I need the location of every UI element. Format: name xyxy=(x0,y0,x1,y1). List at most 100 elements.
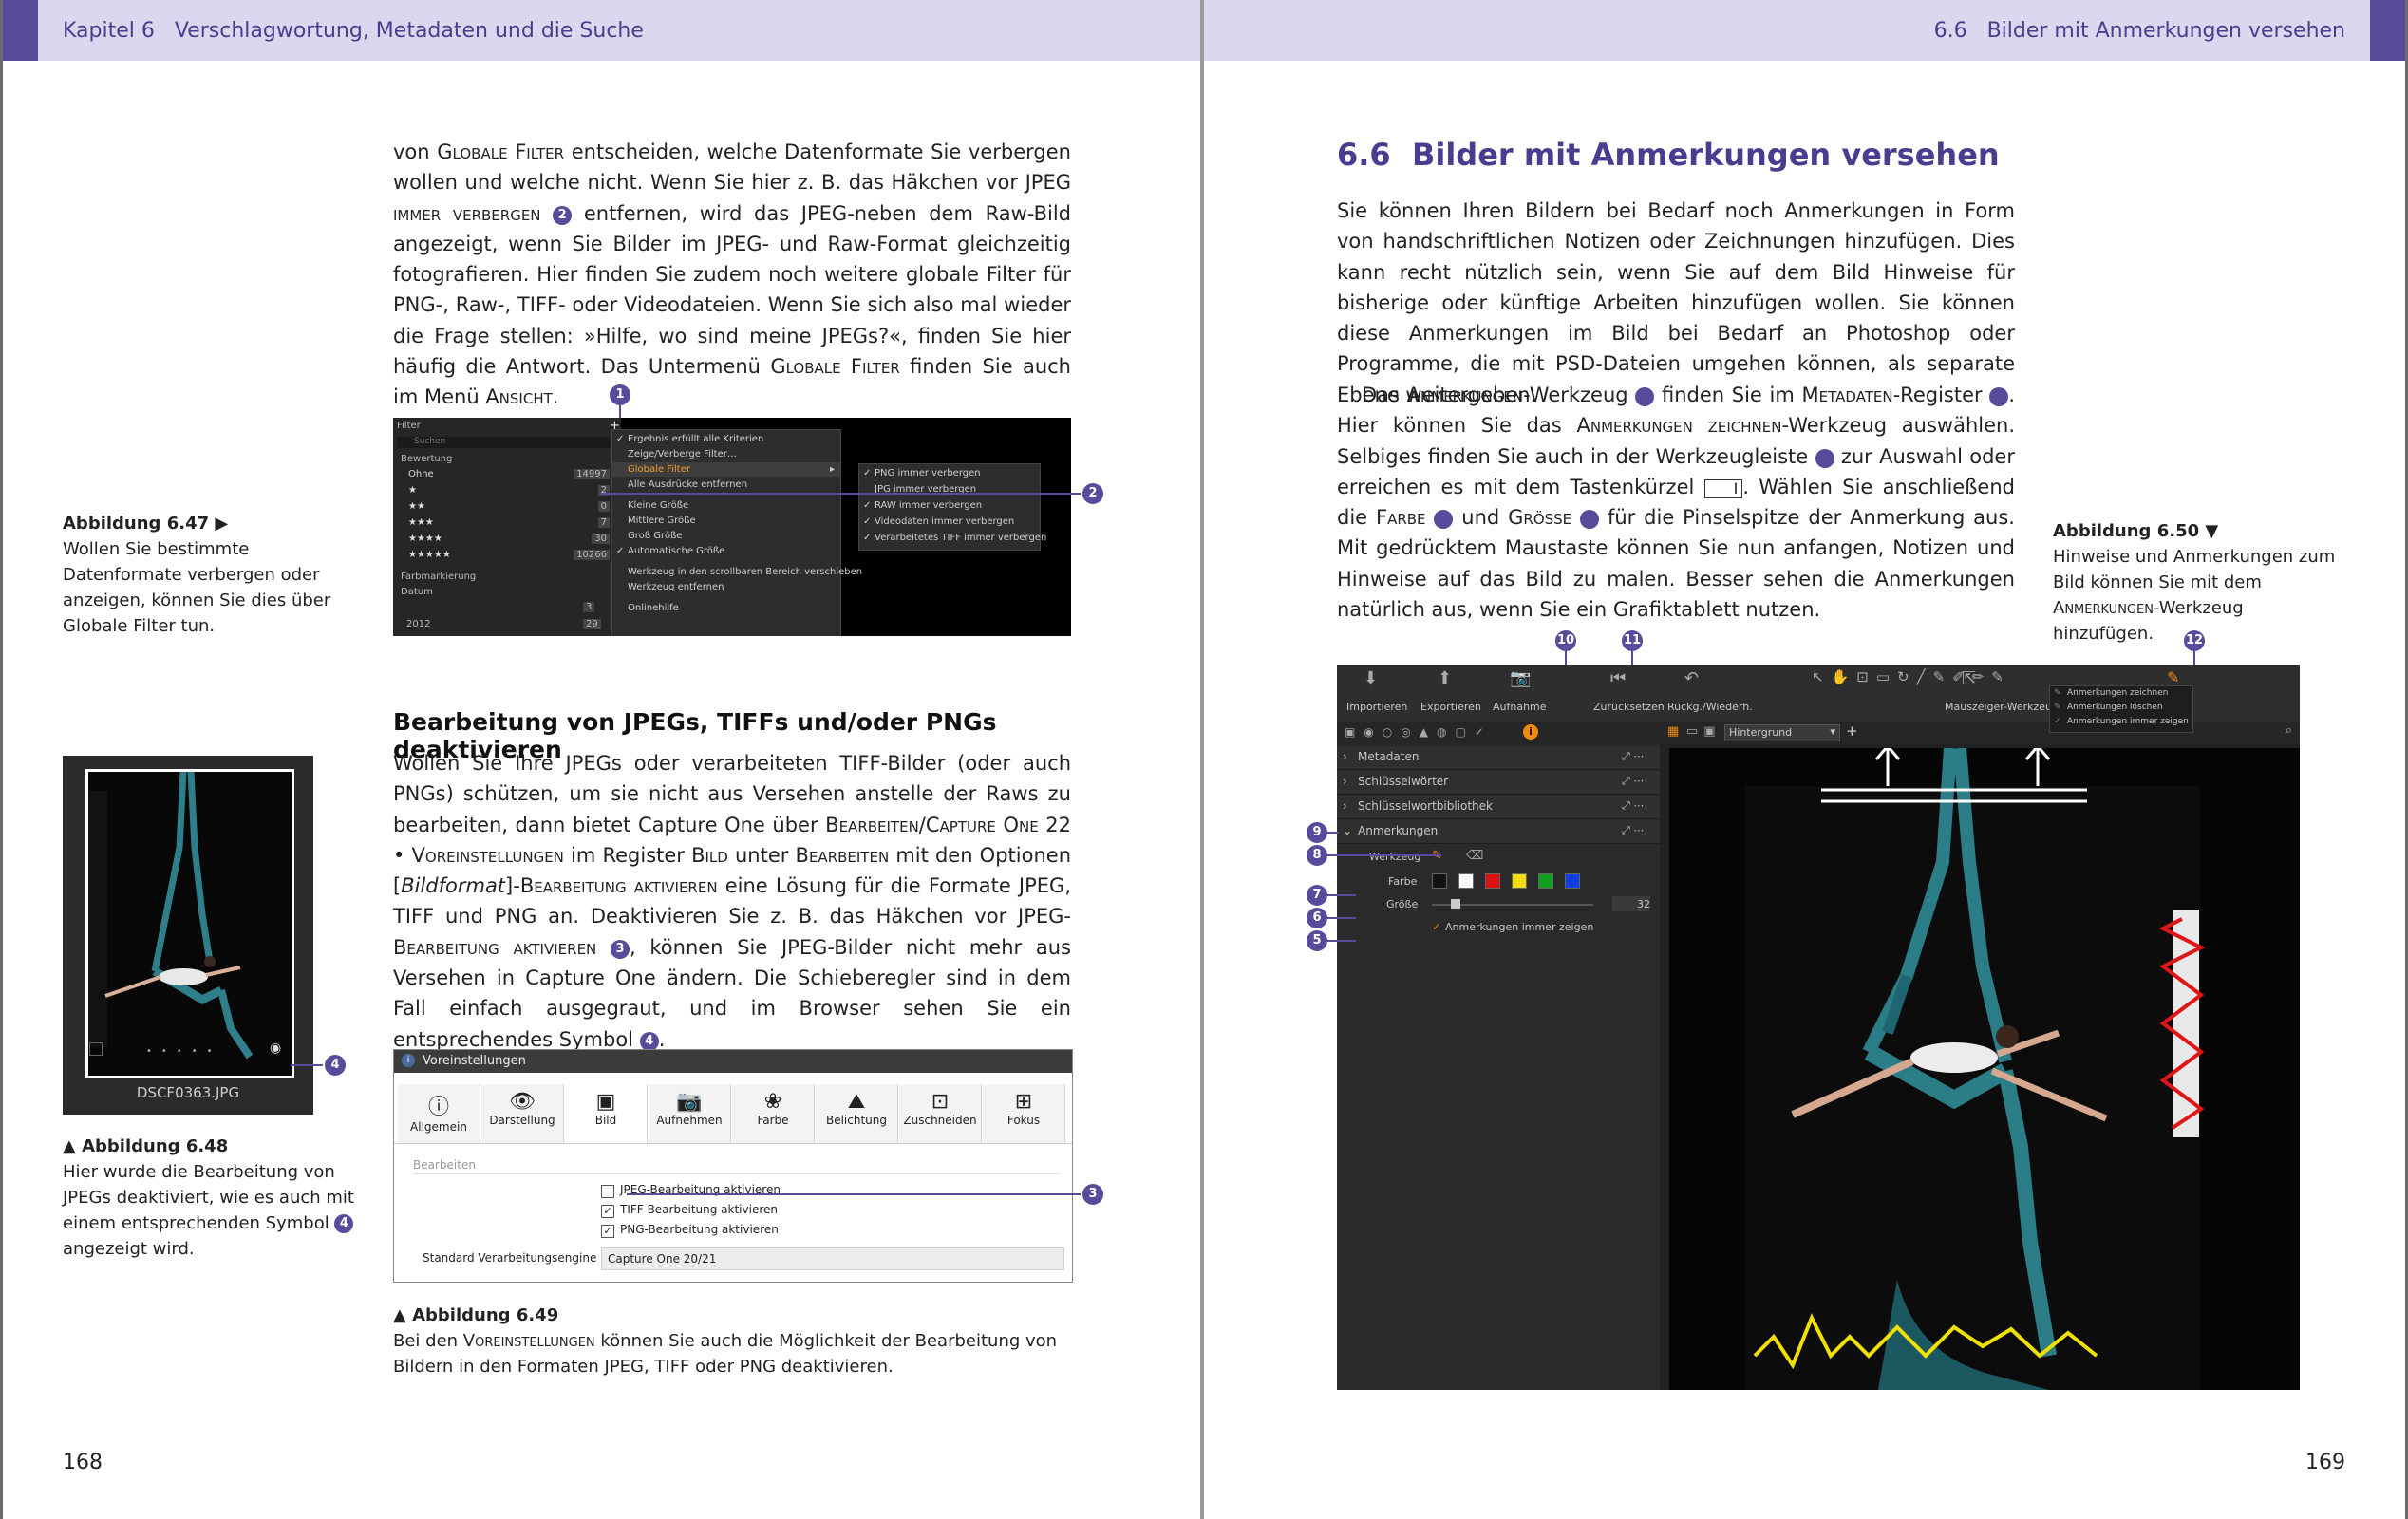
tab-fokus[interactable]: ⊞ Fokus xyxy=(983,1084,1065,1143)
submenu-item[interactable]: RAW immer verbergen xyxy=(875,500,982,511)
toolbar-icon[interactable]: 📷 xyxy=(1510,668,1531,688)
layer-select[interactable]: Hintergrund ▾ xyxy=(1724,724,1840,741)
annotation-pen-icon[interactable]: ✎ xyxy=(2167,668,2179,686)
engine-select[interactable]: Capture One 20/21 xyxy=(601,1247,1064,1270)
option-checkbox[interactable] xyxy=(601,1185,614,1198)
menu-item[interactable]: Globale Filter xyxy=(628,464,690,475)
color-swatch[interactable] xyxy=(1432,873,1447,889)
dropdown-item[interactable]: Anmerkungen zeichnen xyxy=(2067,688,2168,698)
dropdown-icon: ✎ xyxy=(2054,703,2061,712)
groesse-label: Größe xyxy=(1386,898,1419,910)
panel-actions-icon[interactable]: ⤢ ⋯ xyxy=(1622,750,1644,763)
callout-4: 4 xyxy=(325,1055,346,1076)
zoom-icon[interactable]: ⌕ xyxy=(2286,723,2292,738)
size-slider-thumb[interactable] xyxy=(1451,899,1460,909)
color-swatch[interactable] xyxy=(1538,873,1553,889)
erase-annotation-icon[interactable]: ⌫ xyxy=(1466,849,1483,863)
right-paragraph-2: Das Anmerkungen-Werkzeug 9 finden Sie im… xyxy=(1337,384,2032,622)
tab-bild[interactable]: ▣ Bild xyxy=(565,1084,648,1143)
callout-3-line xyxy=(627,1193,1081,1195)
panel-actions-icon[interactable]: ⤢ ⋯ xyxy=(1622,824,1644,837)
toolbar-icon[interactable]: ↶ xyxy=(1684,668,1699,688)
dropdown-icon: ✎ xyxy=(2054,688,2061,698)
rating-row-label[interactable]: ★ xyxy=(408,485,417,496)
tab-icon: ⊞ xyxy=(1014,1090,1033,1114)
rating-row-count: 7 xyxy=(597,517,610,528)
menu-item[interactable]: Alle Ausdrücke entfernen xyxy=(628,479,747,490)
panel-chevron-icon: ⌄ xyxy=(1343,824,1353,837)
header-accent-bar xyxy=(0,0,38,61)
rating-dots[interactable]: ••••• xyxy=(146,1046,222,1057)
submenu-item[interactable]: PNG immer verbergen xyxy=(875,468,981,478)
menu-item[interactable]: Ergebnis erfüllt alle Kriterien xyxy=(628,434,763,444)
callout-2: 2 xyxy=(1082,483,1103,504)
figure-6-47-caption: Abbildung 6.47 ▶ Wollen Sie bestimmte Da… xyxy=(63,514,331,636)
callout-1: 1 xyxy=(610,384,630,405)
filter-panel: Filter + Suchen Bewertung Ohne 14997 ★ 2 ★★ 0… xyxy=(393,418,621,636)
right-paragraph-1: Sie können Ihren Bildern bei Bedarf noch… xyxy=(1337,199,2015,406)
view-mode-icons[interactable]: ▭▣ xyxy=(1686,724,1721,739)
add-layer-icon[interactable]: + xyxy=(1846,722,1858,740)
intro-paragraph: von Globale Filter entscheiden, welche D… xyxy=(393,141,1071,409)
tab-belichtung[interactable]: ⛰ Belichtung xyxy=(816,1084,898,1143)
grid-view-icon[interactable]: ▦ xyxy=(1667,724,1679,739)
right-page: 6.6 Bilder mit Anmerkungen versehen 6.6 … xyxy=(1204,0,2408,1519)
menu-item[interactable]: Kleine Größe xyxy=(628,500,688,511)
menu-item[interactable]: Zeige/Verberge Filter… xyxy=(628,449,737,459)
option-checkbox[interactable]: ✓ xyxy=(601,1205,614,1218)
figure-6-48-screenshot: ••••• ◉ DSCF0363.JPG xyxy=(63,756,313,1115)
rating-row-label[interactable]: ★★★★ xyxy=(408,534,442,544)
menu-item[interactable]: Automatische Größe xyxy=(628,546,724,556)
check-icon: ✓ xyxy=(863,500,872,511)
menu-item[interactable]: Werkzeug in den scrollbaren Bereich vers… xyxy=(628,567,862,577)
tab-icon: ⛰ xyxy=(847,1090,866,1114)
tool-tab-icons[interactable]: ▣◉○◎▲◍▢✓ xyxy=(1345,725,1493,739)
rating-row-label[interactable]: Ohne xyxy=(408,469,434,479)
cursor-tools-icons[interactable]: ↖✋⊡▭↻╱✎✐✏✎ xyxy=(1812,668,2011,685)
werkzeug-label: Werkzeug xyxy=(1369,851,1421,863)
tab-farbe[interactable]: ❀ Farbe xyxy=(732,1084,815,1143)
always-show-checkbox[interactable]: ✓ xyxy=(1432,921,1440,933)
submenu-item[interactable]: Verarbeitetes TIFF immer verbergen xyxy=(875,533,1046,543)
annotated-photo xyxy=(1669,743,2300,1390)
color-swatch[interactable] xyxy=(1565,873,1580,889)
panel-chevron-icon: › xyxy=(1343,799,1347,813)
color-swatch[interactable] xyxy=(1458,873,1474,889)
dropdown-item[interactable]: Anmerkungen löschen xyxy=(2067,703,2163,712)
menu-item[interactable]: Mittlere Größe xyxy=(628,516,696,526)
tab-darstellung[interactable]: 👁 Darstellung xyxy=(481,1084,564,1143)
submenu-item[interactable]: Videodaten immer verbergen xyxy=(875,516,1014,527)
filter-search-input[interactable]: Suchen xyxy=(397,437,611,448)
toolbar-icon[interactable]: ⬇ xyxy=(1364,668,1378,688)
toolbar-icon[interactable]: ⬆ xyxy=(1438,668,1452,688)
toolbar-label: Exportieren xyxy=(1420,701,1481,713)
tab-aufnehmen[interactable]: 📷 Aufnehmen xyxy=(649,1084,731,1143)
panel-actions-icon[interactable]: ⤢ ⋯ xyxy=(1622,799,1644,813)
filter-panel-title: Filter xyxy=(397,421,421,431)
toolbar-icon[interactable]: ⏮ xyxy=(1610,668,1626,688)
year-2012[interactable]: 2012 xyxy=(406,619,430,629)
dropdown-item[interactable]: Anmerkungen immer zeigen xyxy=(2067,717,2189,726)
option-checkbox[interactable]: ✓ xyxy=(601,1225,614,1238)
rating-row-label[interactable]: ★★ xyxy=(408,501,425,512)
group-label-bearbeiten: Bearbeiten xyxy=(413,1158,476,1172)
menu-item[interactable]: Werkzeug entfernen xyxy=(628,582,724,592)
date-count: 3 xyxy=(583,602,595,612)
thumbnail-frame[interactable] xyxy=(85,769,294,1078)
figure-6-48-caption: ▲ Abbildung 6.48 Hier wurde die Bearbeit… xyxy=(63,1136,354,1259)
callout-2-line xyxy=(600,493,1081,495)
tab-zuschneiden[interactable]: ⊡ Zuschneiden xyxy=(899,1084,982,1143)
menu-item[interactable]: Groß Größe xyxy=(628,531,682,541)
panel-actions-icon[interactable]: ⤢ ⋯ xyxy=(1622,775,1644,788)
page-number-right: 169 xyxy=(2305,1451,2345,1474)
toolbar-label: Zurücksetzen xyxy=(1593,701,1665,713)
select-checkbox[interactable] xyxy=(89,1042,103,1056)
color-swatch[interactable] xyxy=(1512,873,1527,889)
tab-allgemein[interactable]: ⓘ Allgemein xyxy=(398,1084,480,1143)
rating-row-label[interactable]: ★★★★★ xyxy=(408,550,451,560)
metadata-tab-icon[interactable]: i xyxy=(1523,724,1538,740)
rating-row-label[interactable]: ★★★ xyxy=(408,517,434,528)
preferences-tabs: ⓘ Allgemein 👁 Darstellung ▣ Bild 📷 Aufnehmen ❀ Fa… xyxy=(394,1050,1072,1145)
color-swatch[interactable] xyxy=(1485,873,1500,889)
menu-item[interactable]: Onlinehilfe xyxy=(628,603,679,613)
